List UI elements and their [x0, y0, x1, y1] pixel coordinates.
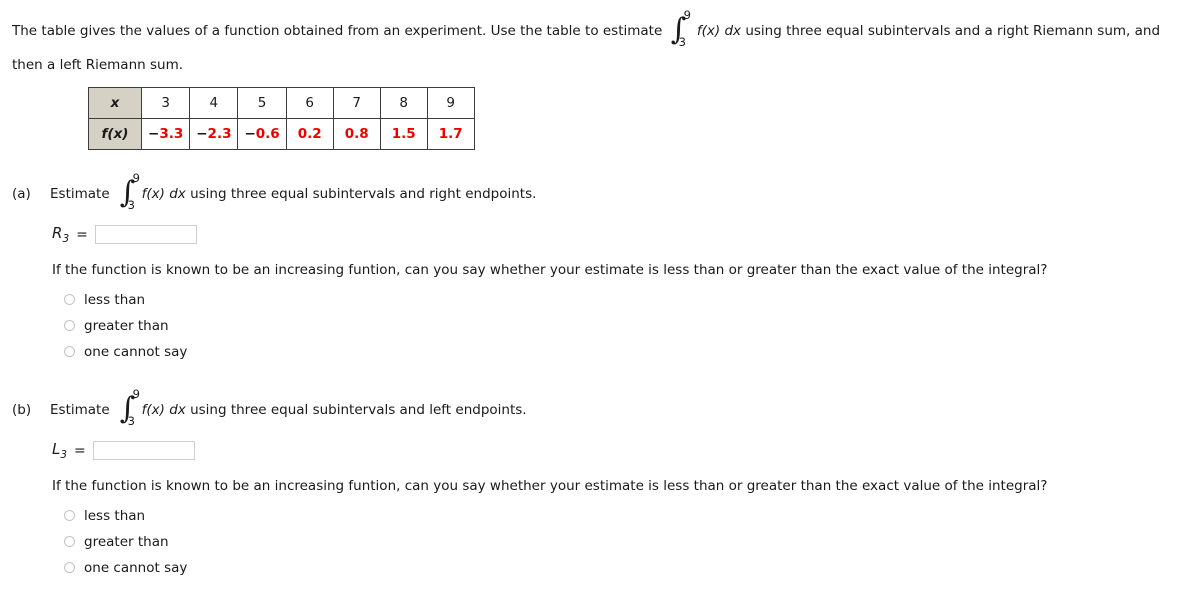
part-a-tail-text: using three equal subintervals and right…	[190, 186, 537, 202]
radio-button-icon[interactable]	[64, 510, 75, 522]
radio-button-icon[interactable]	[64, 536, 75, 548]
part-a-option-greater-than[interactable]: greater than	[64, 313, 1192, 339]
integral-upper-limit: 9	[132, 171, 140, 186]
part-a-answer-symbol: R3	[52, 224, 69, 245]
part-a-option-label-2: one cannot say	[84, 343, 188, 360]
part-a-equals-sign: =	[76, 226, 88, 243]
radio-button-icon[interactable]	[64, 346, 75, 358]
table-row-fx: f(x) −3.3 −2.3 −0.6 0.2 0.8 1.5 1.7	[88, 118, 475, 150]
part-b-option-label-2: one cannot say	[84, 559, 188, 576]
integrand-prompt: f(x) dx	[696, 23, 742, 39]
part-b-equals-sign: =	[74, 442, 86, 459]
part-a-radio-group: less than greater than one cannot say	[64, 287, 1192, 365]
table-cell-fx-2: −0.6	[237, 118, 287, 150]
radio-button-icon[interactable]	[64, 562, 75, 574]
part-a-estimate-word: Estimate	[50, 186, 110, 202]
part-a-option-label-0: less than	[84, 291, 146, 308]
part-a-option-label-1: greater than	[84, 317, 169, 334]
part-b-option-label-1: greater than	[84, 533, 169, 550]
table-cell-x-3: 6	[285, 87, 334, 119]
integral-lower-limit: 3	[127, 414, 135, 429]
part-a-followup-question: If the function is known to be an increa…	[52, 261, 1048, 278]
part-b-option-label-0: less than	[84, 507, 146, 524]
table-cell-fx-4: 0.8	[332, 118, 381, 150]
part-b-tail-text: using three equal subintervals and left …	[190, 402, 527, 418]
integral-upper-limit: 9	[683, 8, 691, 23]
integral-symbol-part-a: ∫ 9 3	[116, 173, 142, 211]
part-b-radio-group: less than greater than one cannot say	[64, 503, 1192, 581]
integral-lower-limit: 3	[127, 198, 135, 213]
part-a-answer-row: R3 =	[52, 224, 1192, 246]
part-a-option-one-cannot-say[interactable]: one cannot say	[64, 339, 1192, 365]
question-part-a: (a) Estimate ∫ 9 3 f(x) dx using three equal …	[12, 173, 1192, 365]
table-cell-fx-5: 1.5	[379, 118, 428, 150]
part-b-heading: (b) Estimate ∫ 9 3 f(x) dx using three equal …	[12, 389, 1192, 427]
part-b-option-greater-than[interactable]: greater than	[64, 529, 1192, 555]
part-a-label: (a)	[12, 186, 31, 202]
table-row-x: x 3 4 5 6 7 8 9	[88, 87, 475, 119]
table-cell-x-0: 3	[140, 87, 191, 119]
integrand-part-a: f(x) dx	[141, 186, 186, 202]
question-part-b: (b) Estimate ∫ 9 3 f(x) dx using three equal …	[12, 389, 1192, 581]
part-b-answer-input[interactable]	[92, 441, 195, 461]
table-rowhead-x: x	[88, 87, 142, 119]
integral-symbol-part-b: ∫ 9 3	[116, 389, 142, 427]
table-rowhead-fx: f(x)	[88, 118, 142, 150]
table-cell-x-4: 7	[332, 87, 381, 119]
table-cell-x-6: 9	[426, 87, 475, 119]
integrand-part-b: f(x) dx	[141, 402, 186, 418]
table-cell-fx-0: −3.3	[140, 118, 191, 150]
part-b-followup-question: If the function is known to be an increa…	[52, 477, 1048, 494]
prompt-text-before: The table gives the values of a function…	[12, 23, 663, 39]
answer-symbol-letter: R	[52, 224, 63, 243]
integral-upper-limit: 9	[132, 387, 140, 402]
radio-button-icon[interactable]	[64, 294, 75, 306]
radio-button-icon[interactable]	[64, 320, 75, 332]
part-a-answer-input[interactable]	[94, 225, 197, 245]
part-b-option-one-cannot-say[interactable]: one cannot say	[64, 555, 1192, 581]
problem-statement: The table gives the values of a function…	[12, 10, 1192, 82]
part-b-option-less-than[interactable]: less than	[64, 503, 1192, 529]
table-cell-fx-3: 0.2	[285, 118, 334, 150]
part-b-label: (b)	[12, 402, 32, 418]
table-cell-x-5: 8	[379, 87, 428, 119]
answer-symbol-subscript: 3	[62, 233, 70, 246]
part-a-option-less-than[interactable]: less than	[64, 287, 1192, 313]
part-b-answer-symbol: L3	[52, 440, 67, 461]
part-a-heading: (a) Estimate ∫ 9 3 f(x) dx using three equal …	[12, 173, 1192, 211]
integral-symbol-prompt: ∫ 9 3	[667, 10, 693, 48]
function-values-table: x 3 4 5 6 7 8 9 f(x) −3.3 −2.3 −0.6 0.2 …	[88, 87, 475, 150]
table-cell-fx-1: −2.3	[189, 118, 239, 150]
part-b-estimate-word: Estimate	[50, 402, 110, 418]
table-cell-fx-6: 1.7	[426, 118, 475, 150]
integral-lower-limit: 3	[678, 35, 686, 50]
table-cell-x-2: 5	[237, 87, 287, 119]
answer-symbol-subscript: 3	[60, 449, 68, 462]
part-b-answer-row: L3 =	[52, 440, 1192, 462]
table-cell-x-1: 4	[189, 87, 239, 119]
